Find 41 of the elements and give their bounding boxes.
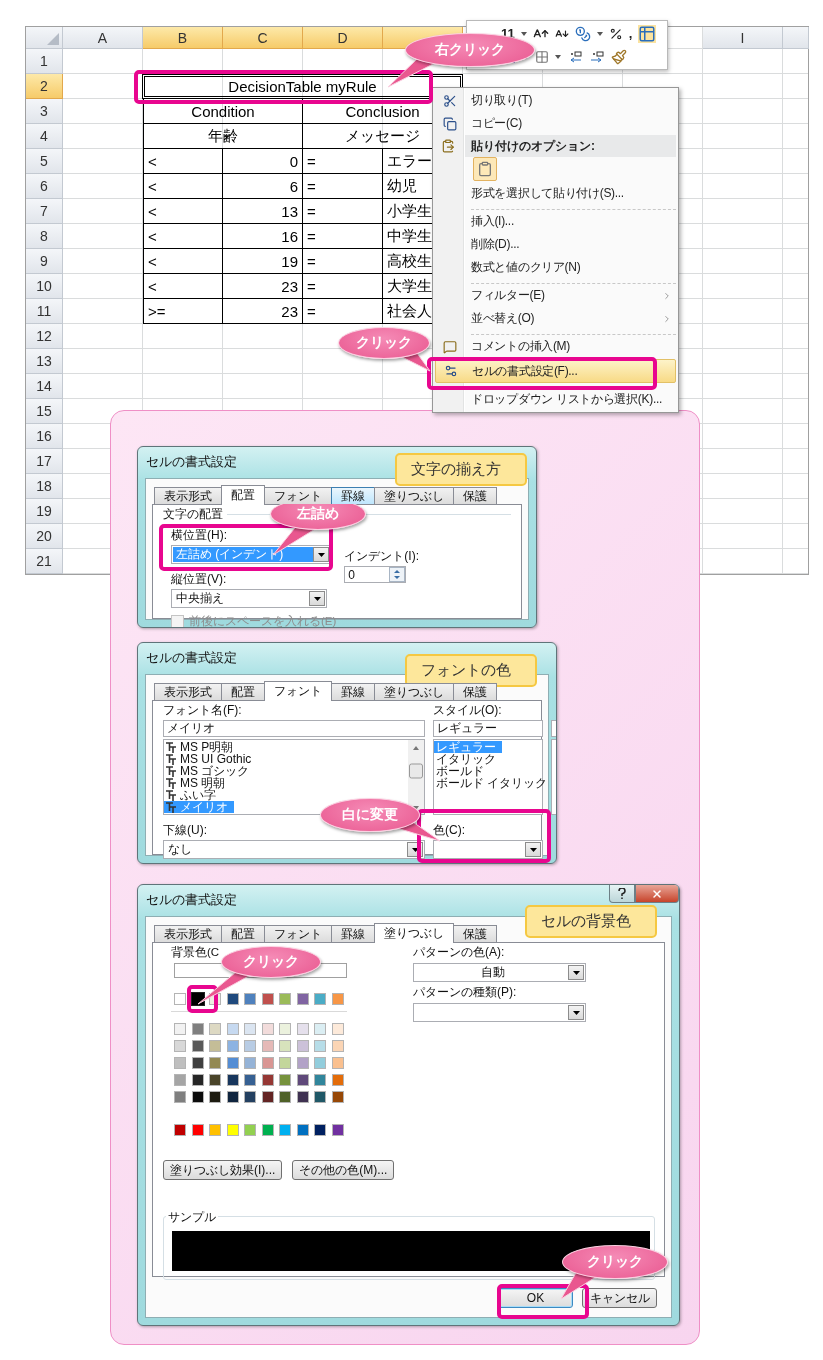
table-cell: 16 xyxy=(223,224,303,249)
dialog-title: セルの書式設定 xyxy=(146,892,237,909)
field-label: スタイル(O): xyxy=(433,703,503,718)
table-cell: = xyxy=(303,274,383,299)
field-label: 縦位置(V): xyxy=(171,572,227,587)
field-label: 横位置(H): xyxy=(171,528,227,543)
dialog-title: セルの書式設定 xyxy=(146,454,237,471)
table-cell: = xyxy=(303,299,383,324)
note-label: 文字の揃え方 xyxy=(395,453,527,486)
field-label: 下線(U): xyxy=(163,823,208,838)
field-label: 背景色(C xyxy=(171,945,220,960)
note-label: フォントの色 xyxy=(405,654,537,687)
table-cell: < xyxy=(143,249,223,274)
table-cell: < xyxy=(143,224,223,249)
table-cell: = xyxy=(303,174,383,199)
table-cell: = xyxy=(303,224,383,249)
table-cell: >= xyxy=(143,299,223,324)
field-label: フォント名(F): xyxy=(163,703,243,718)
table-cell: 19 xyxy=(223,249,303,274)
table-cell: < xyxy=(143,174,223,199)
note-label: セルの背景色 xyxy=(525,905,657,938)
table-cell: = xyxy=(303,249,383,274)
table-cell: 0 xyxy=(223,149,303,174)
table-cell: < xyxy=(143,199,223,224)
field-label: インデント(I): xyxy=(344,549,419,564)
table-header: 年齢 xyxy=(143,124,303,149)
table-cell: = xyxy=(303,199,383,224)
dialog-title: セルの書式設定 xyxy=(146,650,237,667)
table-cell: 13 xyxy=(223,199,303,224)
table-header: Condition xyxy=(143,99,303,124)
table-cell: = xyxy=(303,149,383,174)
table-cell: < xyxy=(143,149,223,174)
table-cell: 23 xyxy=(223,299,303,324)
table-cell: 6 xyxy=(223,174,303,199)
field-label: パターンの色(A): xyxy=(413,945,505,960)
table-cell: < xyxy=(143,274,223,299)
table-cell: 23 xyxy=(223,274,303,299)
field-label: 色(C): xyxy=(433,823,466,838)
group-label: 文字の配置 xyxy=(163,506,223,522)
sample-label: サンプル xyxy=(166,1209,218,1226)
field-label: パターンの種類(P): xyxy=(413,985,517,1000)
